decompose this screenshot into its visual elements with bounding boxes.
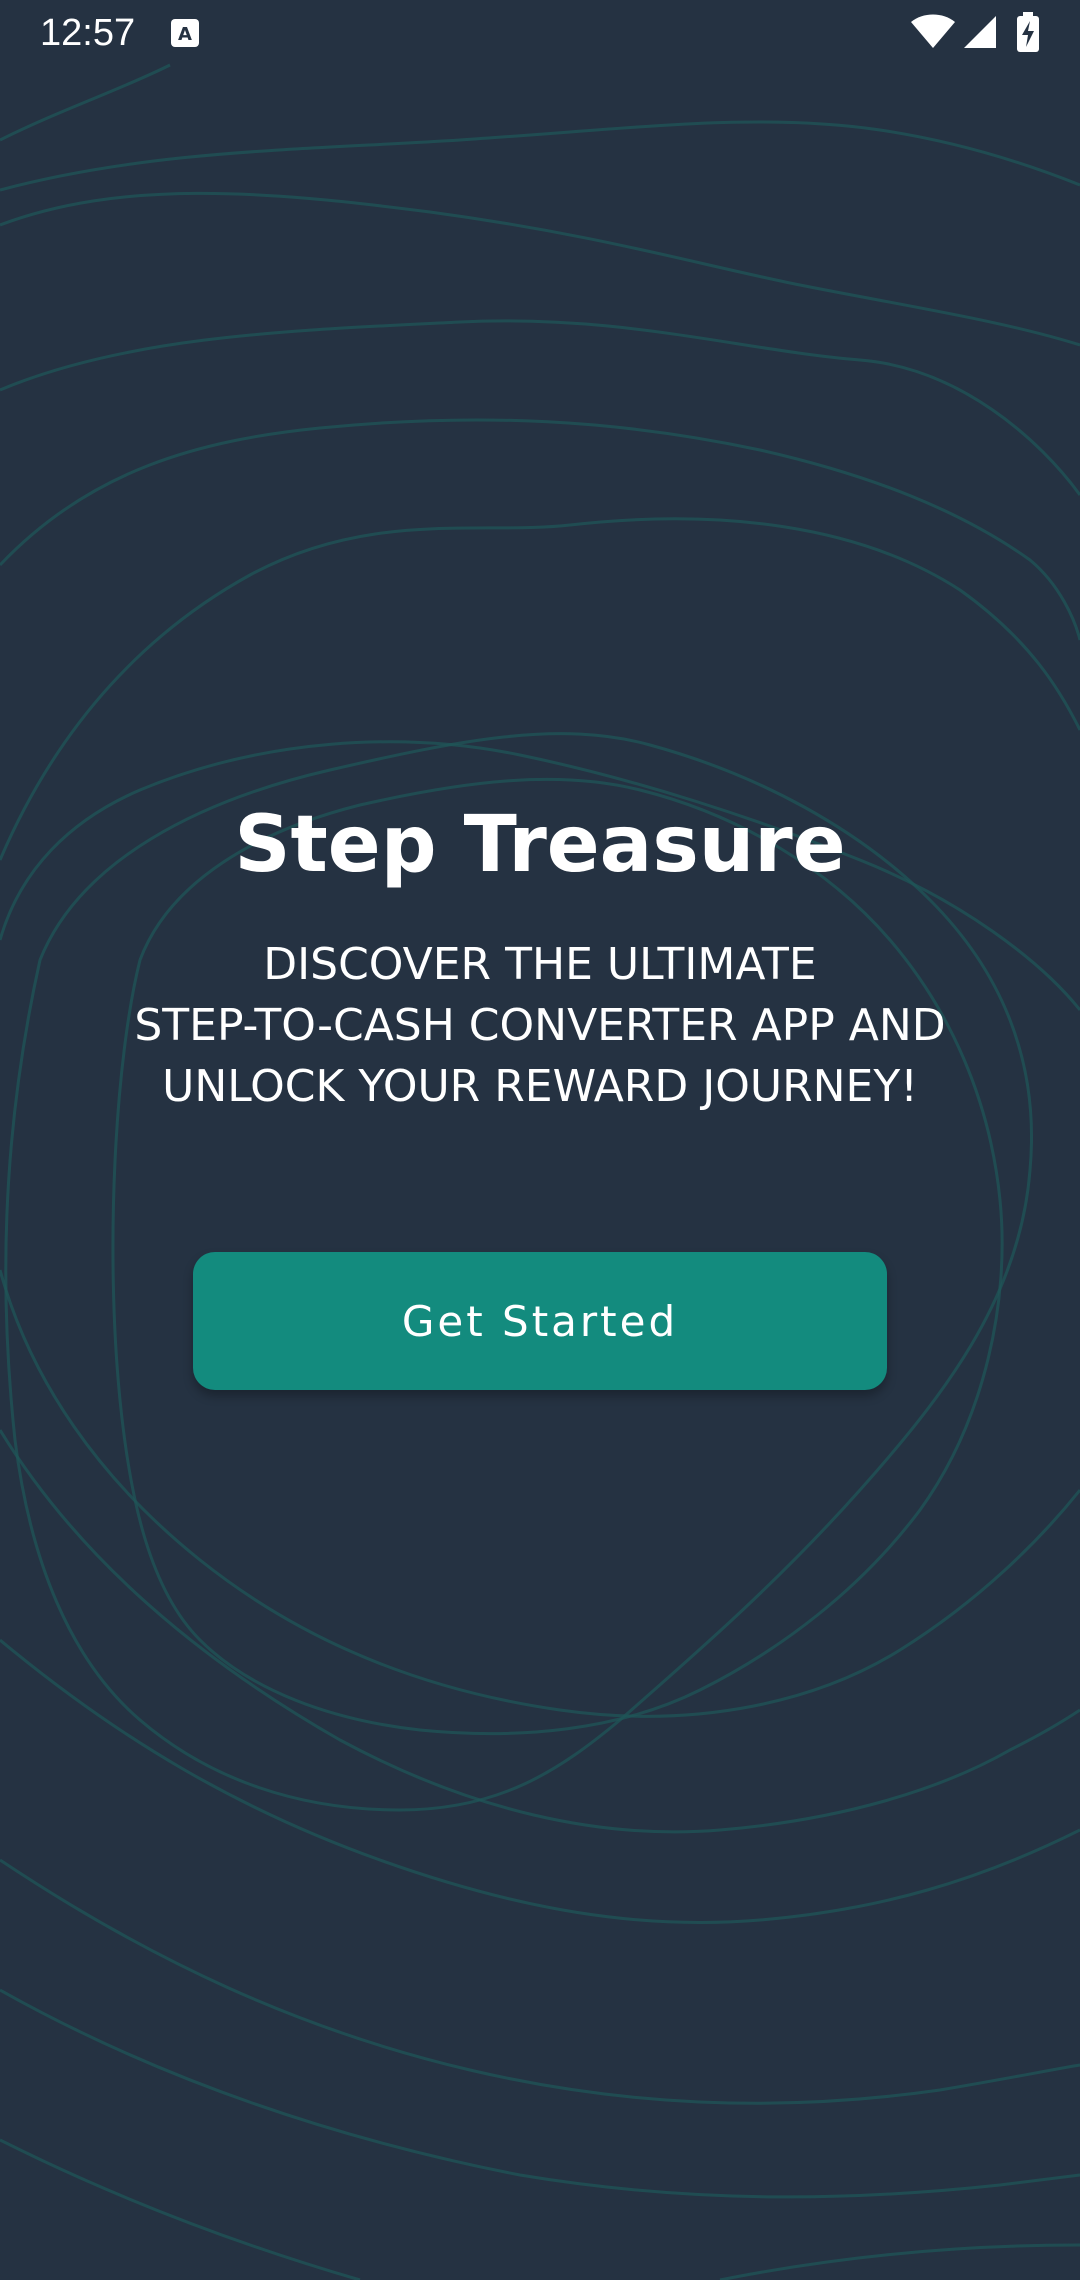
contour-line: [0, 418, 1080, 641]
status-time: 12:57: [40, 12, 136, 54]
svg-text:A: A: [178, 24, 192, 45]
wifi-icon: [911, 14, 955, 48]
contour-line: [0, 1638, 1080, 1924]
battery-charging-icon: [1017, 12, 1039, 52]
contour-line: [0, 63, 171, 142]
tagline-line: STEP-TO-CASH CONVERTER APP AND: [134, 1000, 946, 1051]
signal-icon: [964, 16, 996, 48]
contour-line: [719, 2243, 1080, 2280]
tagline: DISCOVER THE ULTIMATE STEP-TO-CASH CONVE…: [80, 934, 1000, 1117]
contour-line: [0, 319, 1080, 496]
tagline-line: DISCOVER THE ULTIMATE: [263, 939, 817, 990]
tagline-line: UNLOCK YOUR REWARD JOURNEY!: [162, 1061, 918, 1112]
status-bar: 12:57 A: [0, 0, 1080, 66]
contour-line: [0, 1858, 1080, 2105]
contour-line: [0, 2138, 361, 2280]
get-started-label: Get Started: [401, 1296, 679, 1346]
topographic-background: [0, 63, 1080, 2280]
app-title: Step Treasure: [234, 800, 846, 890]
contour-line: [0, 120, 1080, 192]
get-started-button[interactable]: Get Started: [193, 1252, 887, 1390]
a-keyboard-icon: A: [171, 19, 199, 47]
contour-line: [0, 1429, 1080, 1834]
